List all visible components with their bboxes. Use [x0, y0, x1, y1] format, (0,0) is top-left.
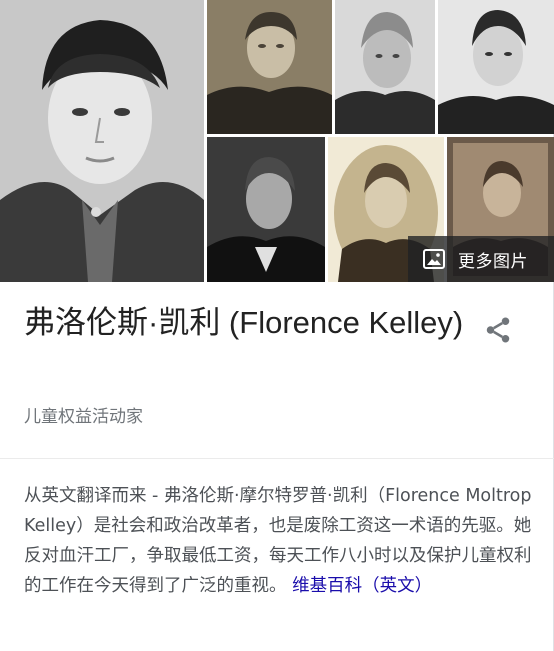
divider: [0, 458, 554, 459]
more-images-label: 更多图片: [458, 251, 528, 272]
image-icon: [422, 247, 446, 271]
description-text: 从英文翻译而来 - 弗洛伦斯·摩尔特罗普·凯利（Florence Moltrop…: [24, 486, 532, 596]
portrait-photo-3[interactable]: [335, 0, 435, 134]
portrait-photo-4[interactable]: [438, 0, 554, 134]
portrait-photo-main[interactable]: [0, 0, 204, 282]
more-images-button[interactable]: 更多图片: [408, 236, 554, 282]
share-button[interactable]: [480, 312, 516, 348]
knowledge-panel: 更多图片 弗洛伦斯·凯利 (Florence Kelley) 儿童权益活动家 从…: [0, 0, 554, 651]
image-grid: 更多图片: [0, 0, 554, 282]
share-icon: [486, 317, 510, 343]
entity-description: 从英文翻译而来 - 弗洛伦斯·摩尔特罗普·凯利（Florence Moltrop…: [24, 481, 534, 601]
entity-subtitle: 儿童权益活动家: [24, 407, 143, 427]
portrait-photo-5[interactable]: [207, 137, 325, 282]
portrait-photo-2[interactable]: [207, 0, 332, 134]
source-link[interactable]: 维基百科（英文）: [292, 576, 432, 596]
entity-title: 弗洛伦斯·凯利 (Florence Kelley): [24, 305, 464, 340]
